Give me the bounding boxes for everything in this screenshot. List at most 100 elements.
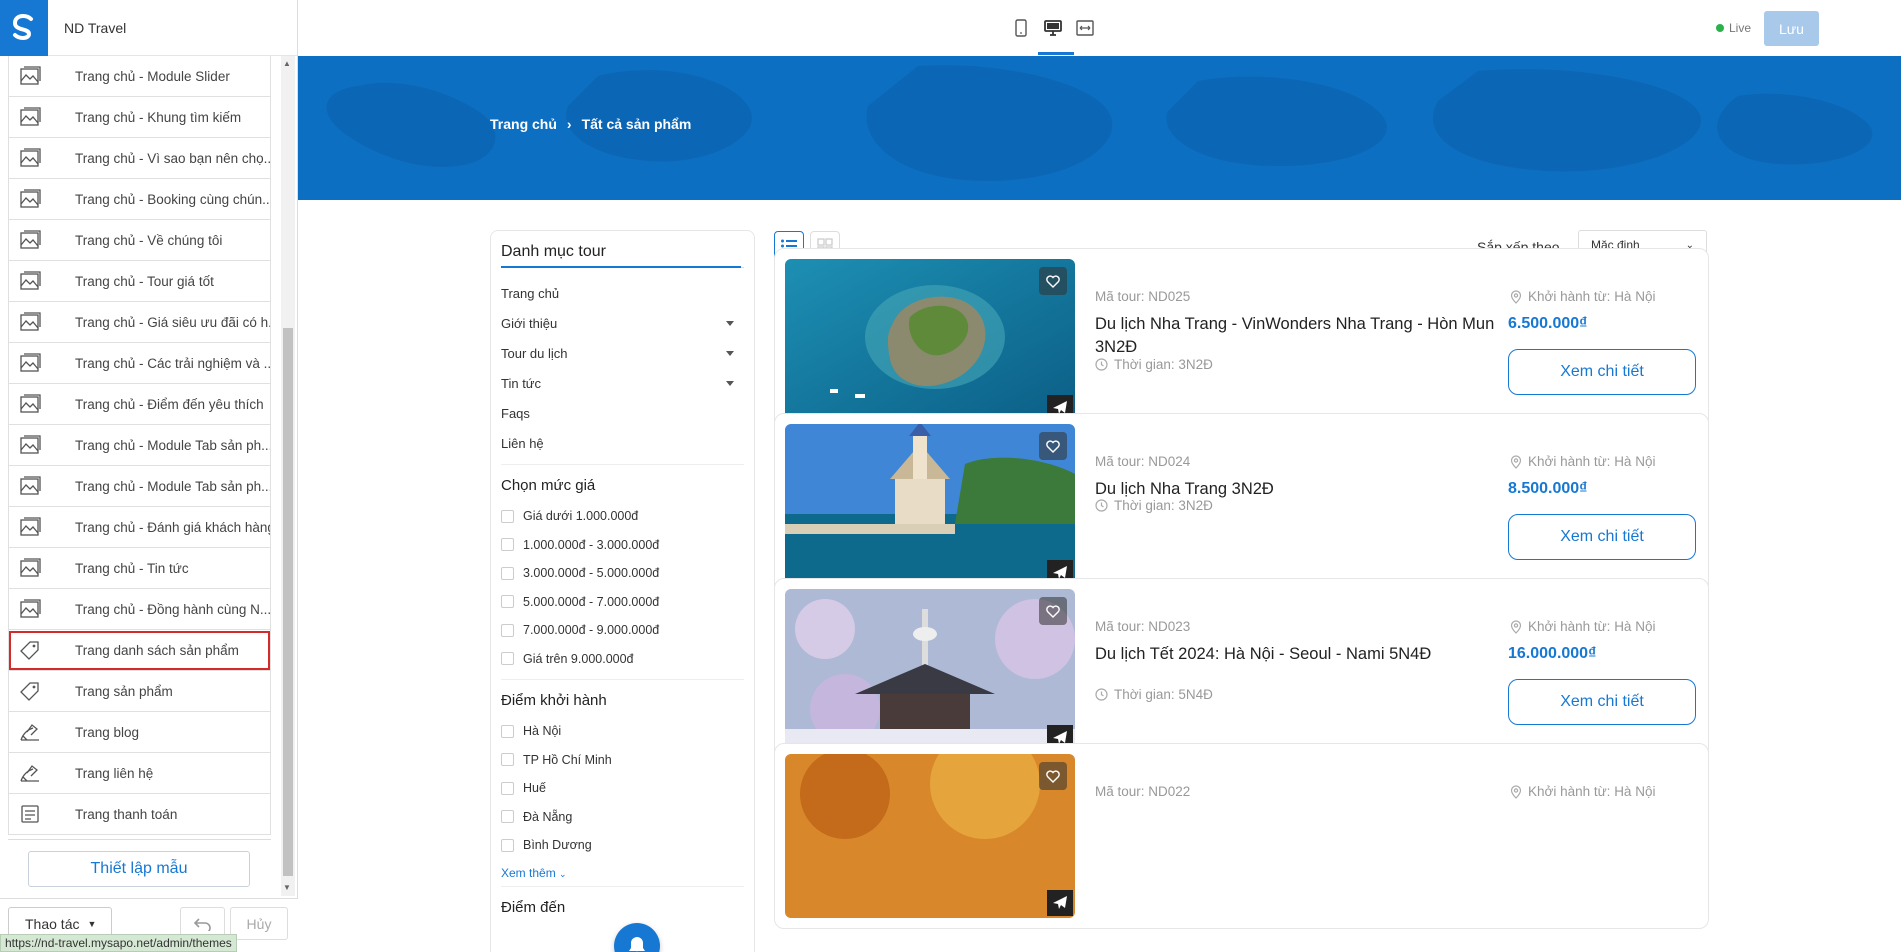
theme-setup-button[interactable]: Thiết lập mẫu bbox=[28, 851, 250, 887]
tour-code: Mã tour: ND024 bbox=[1095, 454, 1191, 469]
section-item[interactable]: Trang liên hệ bbox=[8, 753, 271, 794]
section-item[interactable]: Trang chủ - Module Tab sản ph... bbox=[8, 466, 271, 507]
price-filter-option[interactable]: 7.000.000đ - 9.000.000đ bbox=[501, 616, 744, 645]
checkbox[interactable] bbox=[501, 753, 514, 767]
product-image[interactable] bbox=[785, 589, 1075, 753]
section-item[interactable]: Trang blog bbox=[8, 712, 271, 753]
departure-label: Khởi hành từ: Hà Nội bbox=[1528, 454, 1656, 469]
desktop-view-icon[interactable] bbox=[1044, 18, 1062, 38]
section-item[interactable]: Trang chủ - Về chúng tôi bbox=[8, 220, 271, 261]
view-detail-button[interactable]: Xem chi tiết bbox=[1508, 679, 1696, 725]
breadcrumb-home[interactable]: Trang chủ bbox=[490, 116, 557, 132]
image-icon bbox=[19, 107, 58, 127]
category-item[interactable]: Tin tức bbox=[501, 368, 744, 398]
section-item[interactable]: Trang chủ - Khung tìm kiếm bbox=[8, 97, 271, 138]
product-card[interactable]: Mã tour: ND024 Du lịch Nha Trang 3N2Đ Thời… bbox=[774, 413, 1709, 599]
heart-icon[interactable] bbox=[1039, 597, 1067, 625]
view-detail-button[interactable]: Xem chi tiết bbox=[1508, 514, 1696, 560]
sapo-logo[interactable] bbox=[0, 0, 48, 56]
departure-filter-option[interactable]: TP Hồ Chí Minh bbox=[501, 746, 744, 775]
category-item[interactable]: Trang chủ bbox=[501, 278, 744, 308]
departure-label: Khởi hành từ: Hà Nội bbox=[1528, 289, 1656, 304]
section-item-label: Trang chủ - Module Slider bbox=[75, 68, 230, 84]
category-item[interactable]: Faqs bbox=[501, 398, 744, 428]
checkbox[interactable] bbox=[501, 595, 514, 609]
section-item[interactable]: Trang chủ - Tour giá tốt bbox=[8, 261, 271, 302]
tour-departure: Khởi hành từ: Hà Nội bbox=[1510, 289, 1655, 304]
price-filter-option[interactable]: 3.000.000đ - 5.000.000đ bbox=[501, 559, 744, 588]
scroll-up-arrow-icon[interactable]: ▲ bbox=[283, 59, 291, 68]
tour-name[interactable]: Du lịch Nha Trang - VinWonders Nha Trang… bbox=[1095, 313, 1505, 359]
section-item[interactable]: Trang chủ - Module Tab sản ph... bbox=[8, 425, 271, 466]
section-item[interactable]: Trang chủ - Điểm đến yêu thích bbox=[8, 384, 271, 425]
checkbox[interactable] bbox=[501, 538, 514, 552]
filter-option-label: 7.000.000đ - 9.000.000đ bbox=[523, 623, 660, 638]
caret-down-icon[interactable] bbox=[726, 380, 734, 386]
price-filter-list: Giá dưới 1.000.000đ 1.000.000đ - 3.000.00… bbox=[501, 502, 744, 673]
section-item[interactable]: Trang danh sách sản phẩm bbox=[8, 630, 271, 671]
section-item-label: Trang chủ - Module Tab sản ph... bbox=[75, 437, 271, 453]
caret-down-icon[interactable] bbox=[726, 320, 734, 326]
section-item[interactable]: Trang chủ - Vì sao bạn nên chọ... bbox=[8, 138, 271, 179]
scrollbar-thumb[interactable] bbox=[283, 328, 293, 876]
section-item[interactable]: Trang chủ - Đánh giá khách hàng bbox=[8, 507, 271, 548]
view-detail-button[interactable]: Xem chi tiết bbox=[1508, 349, 1696, 395]
departure-label: Khởi hành từ: Hà Nội bbox=[1528, 619, 1656, 634]
section-item[interactable]: Trang chủ - Tin tức bbox=[8, 548, 271, 589]
price-filter-option[interactable]: Giá trên 9.000.000đ bbox=[501, 645, 744, 674]
section-item[interactable]: Trang chủ - Booking cùng chún... bbox=[8, 179, 271, 220]
section-item[interactable]: Trang thanh toán bbox=[8, 794, 271, 835]
mobile-view-icon[interactable] bbox=[1012, 18, 1030, 38]
section-item-label: Trang chủ - Tin tức bbox=[75, 560, 189, 576]
product-image[interactable] bbox=[785, 259, 1075, 423]
filter-option-label: Giá trên 9.000.000đ bbox=[523, 651, 634, 666]
fullwidth-view-icon[interactable] bbox=[1076, 18, 1094, 38]
departure-filter-option[interactable]: Huế bbox=[501, 774, 744, 803]
duration-label: Thời gian: 5N4Đ bbox=[1114, 687, 1213, 702]
departure-filter-option[interactable]: Bình Dương bbox=[501, 831, 744, 860]
category-item[interactable]: Tour du lịch bbox=[501, 338, 744, 368]
save-button[interactable]: Lưu bbox=[1764, 11, 1819, 46]
section-item[interactable]: Trang chủ - Các trải nghiệm và ... bbox=[8, 343, 271, 384]
checkbox[interactable] bbox=[501, 781, 514, 795]
checkbox[interactable] bbox=[501, 623, 514, 637]
checkbox[interactable] bbox=[501, 838, 514, 852]
section-item[interactable]: Trang chủ - Giá siêu ưu đãi có h... bbox=[8, 302, 271, 343]
clock-icon bbox=[1095, 358, 1108, 371]
checkbox[interactable] bbox=[501, 509, 514, 523]
product-image[interactable] bbox=[785, 424, 1075, 588]
section-item[interactable]: Trang chủ - Module Slider bbox=[8, 56, 271, 97]
checkbox[interactable] bbox=[501, 652, 514, 666]
divider bbox=[501, 464, 744, 465]
product-card[interactable]: Mã tour: ND023 Du lịch Tết 2024: Hà Nội -… bbox=[774, 578, 1709, 764]
departure-filter-option[interactable]: Đà Nẵng bbox=[501, 803, 744, 832]
departure-filter-option[interactable]: Hà Nội bbox=[501, 717, 744, 746]
price-filter-option[interactable]: 1.000.000đ - 3.000.000đ bbox=[501, 531, 744, 560]
cancel-button[interactable]: Hủy bbox=[230, 907, 288, 940]
sidebar-scrollbar[interactable]: ▲ ▼ bbox=[281, 56, 295, 896]
category-item[interactable]: Liên hệ bbox=[501, 428, 744, 458]
section-item[interactable]: Trang sản phẩm bbox=[8, 671, 271, 712]
product-card[interactable]: Mã tour: ND022 Khởi hành từ: Hà Nội bbox=[774, 743, 1709, 929]
price-filter-option[interactable]: 5.000.000đ - 7.000.000đ bbox=[501, 588, 744, 617]
caret-down-icon: ▼ bbox=[87, 918, 97, 929]
checkbox[interactable] bbox=[501, 566, 514, 580]
heart-icon[interactable] bbox=[1039, 267, 1067, 295]
section-item[interactable]: Trang chủ - Đồng hành cùng N... bbox=[8, 589, 271, 630]
top-bar: Live Lưu bbox=[298, 0, 1901, 56]
category-item[interactable]: Giới thiệu bbox=[501, 308, 744, 338]
heart-icon[interactable] bbox=[1039, 762, 1067, 790]
action-label: Thao tác bbox=[25, 915, 80, 932]
divider bbox=[8, 839, 271, 840]
product-image[interactable] bbox=[785, 754, 1075, 918]
checkbox[interactable] bbox=[501, 810, 514, 824]
checkbox[interactable] bbox=[501, 724, 514, 738]
product-card[interactable]: Mã tour: ND025 Du lịch Nha Trang - VinWon… bbox=[774, 248, 1709, 434]
tour-name[interactable]: Du lịch Tết 2024: Hà Nội - Seoul - Nami … bbox=[1095, 643, 1505, 666]
device-switcher bbox=[1012, 18, 1094, 38]
caret-down-icon[interactable] bbox=[726, 350, 734, 356]
scroll-down-arrow-icon[interactable]: ▼ bbox=[283, 883, 291, 892]
price-filter-option[interactable]: Giá dưới 1.000.000đ bbox=[501, 502, 744, 531]
show-more-link[interactable]: Xem thêm ⌄ bbox=[501, 866, 744, 880]
heart-icon[interactable] bbox=[1039, 432, 1067, 460]
